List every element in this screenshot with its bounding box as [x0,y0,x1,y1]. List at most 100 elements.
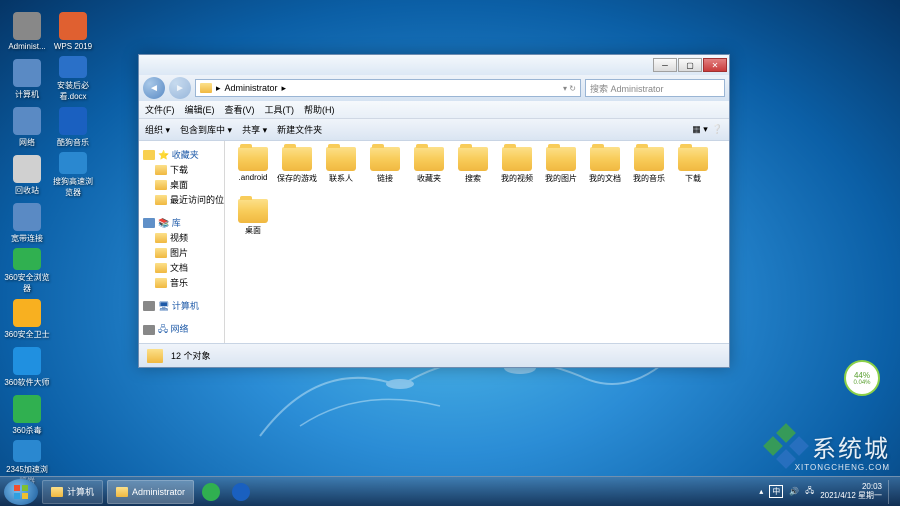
watermark: 系统城 [766,426,890,466]
folder-item[interactable]: 我的文档 [583,147,627,197]
tree-icon [155,195,167,205]
folder-item[interactable]: 收藏夹 [407,147,451,197]
network-speed-badge[interactable]: 44% 0.04% [844,360,880,396]
search-input[interactable]: 搜索 Administrator [585,79,725,97]
tray-clock[interactable]: 20:03 2021/4/12 星期一 [820,483,882,501]
tray-expand-icon[interactable]: ▴ [759,487,763,496]
folder-item[interactable]: 链接 [363,147,407,197]
tree-icon [155,165,167,175]
address-path: Administrator [225,83,278,93]
folder-icon [326,147,356,171]
menu-item[interactable]: 编辑(E) [185,103,215,116]
desktop-icon[interactable]: 搜狗高速浏览器 [50,152,96,198]
desktop-icon[interactable]: 宽带连接 [4,200,50,246]
desktop-icon[interactable]: 安装后必看.docx [50,56,96,102]
taskbar-pinned-360[interactable] [198,480,224,504]
folder-icon [282,147,312,171]
desktop-icon[interactable]: 360杀毒 [4,392,50,438]
system-tray[interactable]: ▴ 中 🔊 🖧 20:03 2021/4/12 星期一 [759,480,896,504]
tree-icon [155,278,167,288]
taskbar-button[interactable]: 计算机 [42,480,103,504]
share-button[interactable]: 共享 ▾ [242,123,267,136]
folder-icon [546,147,576,171]
input-method[interactable]: 中 [769,485,783,498]
explorer-window: ─ ▢ ✕ ◄ ► ▸ Administrator ▸ ▾ ↻ 搜索 Admin… [138,54,730,368]
taskbar-pinned-kugou[interactable] [228,480,254,504]
folder-icon [458,147,488,171]
menubar: 文件(F) 编辑(E) 查看(V) 工具(T) 帮助(H) [139,101,729,119]
start-button[interactable] [4,479,38,505]
folder-icon [502,147,532,171]
tree-icon [143,301,155,311]
menu-item[interactable]: 文件(F) [145,103,175,116]
folder-icon [370,147,400,171]
desktop-icon[interactable]: Administ... [4,8,50,54]
desktop-icon[interactable]: 回收站 [4,152,50,198]
tree-item[interactable]: 音乐 [141,275,222,290]
view-button[interactable]: ▦ ▾ [692,124,708,135]
folder-item[interactable]: 我的图片 [539,147,583,197]
tree-item[interactable]: 视频 [141,230,222,245]
tree-icon [143,218,155,228]
folder-icon [678,147,708,171]
taskbar-button[interactable]: Administrator [107,480,194,504]
tree-header[interactable]: ⭐ 收藏夹 [141,147,222,162]
folder-item[interactable]: 桌面 [231,199,275,249]
folder-item[interactable]: 保存的游戏 [275,147,319,197]
help-icon[interactable]: ❔ [712,124,723,135]
maximize-button[interactable]: ▢ [678,58,702,72]
status-folder-icon [147,349,163,363]
folder-item[interactable]: .android [231,147,275,197]
folder-icon [116,487,128,497]
taskbar: 计算机Administrator ▴ 中 🔊 🖧 20:03 2021/4/12… [0,476,900,506]
folder-item[interactable]: 我的视频 [495,147,539,197]
tray-volume-icon[interactable]: 🔊 [789,487,799,496]
toolbar: 组织 ▾ 包含到库中 ▾ 共享 ▾ 新建文件夹 ▦ ▾ ❔ [139,119,729,141]
organize-button[interactable]: 组织 ▾ [145,123,170,136]
desktop-icon[interactable]: 360安全卫士 [4,296,50,342]
folder-icon [51,487,63,497]
refresh-icon[interactable]: ▾ ↻ [563,84,576,93]
desktop-icon[interactable]: 360安全浏览器 [4,248,50,294]
desktop-icon[interactable]: 计算机 [4,56,50,102]
back-button[interactable]: ◄ [143,77,165,99]
tree-item[interactable]: 桌面 [141,177,222,192]
show-desktop-button[interactable] [888,480,896,504]
tree-icon [155,180,167,190]
folder-item[interactable]: 联系人 [319,147,363,197]
tree-item[interactable]: 图片 [141,245,222,260]
folder-item[interactable]: 搜索 [451,147,495,197]
explorer-content[interactable]: .android保存的游戏联系人链接收藏夹搜索我的视频我的图片我的文档我的音乐下… [225,141,729,343]
newfolder-button[interactable]: 新建文件夹 [277,123,322,136]
address-bar[interactable]: ▸ Administrator ▸ ▾ ↻ [195,79,581,97]
forward-button[interactable]: ► [169,77,191,99]
tree-item[interactable]: 下载 [141,162,222,177]
address-sep: ▸ [216,83,221,94]
tree-icon [143,325,155,335]
menu-item[interactable]: 查看(V) [225,103,255,116]
folder-icon [414,147,444,171]
menu-item[interactable]: 工具(T) [265,103,295,116]
folder-item[interactable]: 下载 [671,147,715,197]
tree-item[interactable]: 最近访问的位置 [141,192,222,207]
desktop-icon[interactable]: 酷狗音乐 [50,104,96,150]
tree-item[interactable]: 文档 [141,260,222,275]
folder-item[interactable]: 我的音乐 [627,147,671,197]
desktop-icon[interactable]: 360软件大师 [4,344,50,390]
minimize-button[interactable]: ─ [653,58,677,72]
tree-header[interactable]: 🖧 网络 [141,321,222,339]
include-button[interactable]: 包含到库中 ▾ [180,123,232,136]
tray-network-icon[interactable]: 🖧 [805,485,814,499]
desktop-icon[interactable]: WPS 2019 [50,8,96,54]
tree-header[interactable]: 🖥 计算机 [141,298,222,313]
menu-item[interactable]: 帮助(H) [304,103,335,116]
close-button[interactable]: ✕ [703,58,727,72]
desktop-icon[interactable]: 网络 [4,104,50,150]
tree-icon [143,150,155,160]
folder-icon [634,147,664,171]
folder-icon [238,199,268,223]
statusbar: 12 个对象 [139,343,729,367]
window-titlebar[interactable]: ─ ▢ ✕ [139,55,729,75]
status-text: 12 个对象 [171,349,211,362]
tree-header[interactable]: 📚 库 [141,215,222,230]
